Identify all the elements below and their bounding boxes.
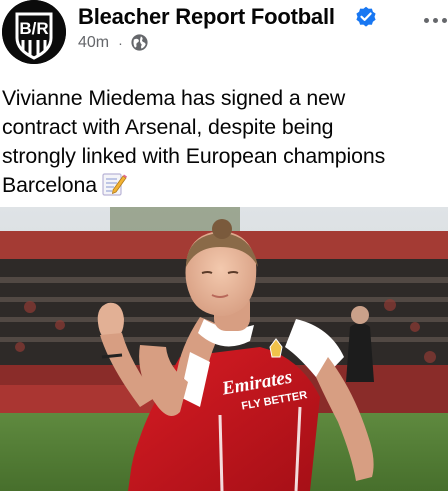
bleacher-report-logo-icon: B/R	[2, 0, 66, 64]
more-dot	[442, 18, 447, 23]
memo-icon	[102, 173, 127, 196]
post-photo[interactable]: Emirates FLY BETTER	[0, 207, 448, 491]
footballer-celebrating-photo: Emirates FLY BETTER	[0, 207, 448, 491]
post-header: B/R Bleacher Report Football 40m ·	[0, 0, 448, 80]
more-dot	[424, 18, 429, 23]
avatar[interactable]: B/R	[2, 0, 66, 64]
post-meta: 40m ·	[78, 33, 149, 52]
meta-separator: ·	[118, 34, 123, 51]
page-name-link[interactable]: Bleacher Report Football	[78, 4, 335, 30]
post-text-line: strongly linked with European champions	[2, 144, 386, 168]
post-text-line-end: Barcelona	[2, 173, 97, 197]
verified-badge-icon	[356, 6, 376, 27]
post-text-line: Barcelona	[2, 171, 448, 200]
globe-icon[interactable]	[130, 33, 149, 52]
post-time[interactable]: 40m	[78, 34, 109, 52]
post-text-line: contract with Arsenal, despite being	[2, 115, 334, 139]
post-text: Vivianne Miedema has signed a new contra…	[2, 84, 448, 200]
more-options-button[interactable]	[422, 14, 448, 26]
more-dot	[433, 18, 438, 23]
avatar-logo-text: B/R	[19, 19, 48, 38]
post-text-line: Vivianne Miedema has signed a new	[2, 86, 346, 110]
